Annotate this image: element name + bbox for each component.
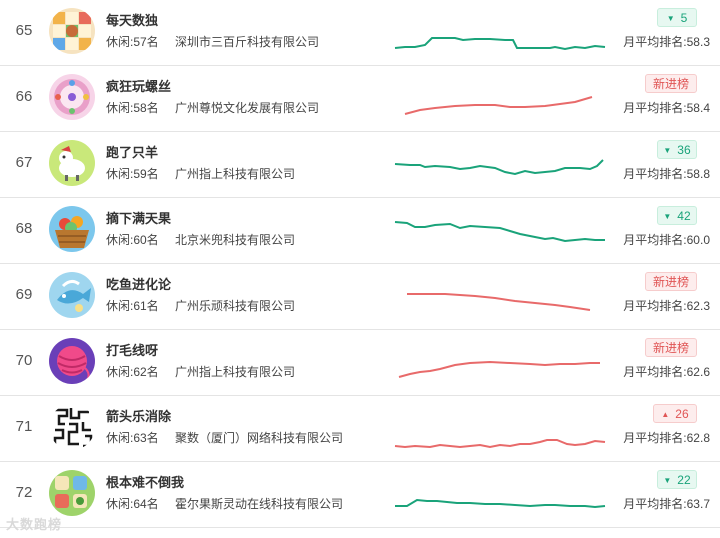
trend-sparkline (395, 482, 606, 522)
new-entry-badge: 新进榜 (645, 74, 697, 93)
trend-sparkline (395, 284, 605, 324)
rank-number: 71 (15, 418, 33, 435)
app-name[interactable]: 疯狂玩螺丝 (106, 76, 171, 95)
down-arrow-icon: ▼ (663, 476, 672, 485)
trend-sparkline (394, 416, 606, 456)
company-name: 广州指上科技有限公司 (175, 365, 296, 379)
down-arrow-icon: ▼ (663, 146, 672, 155)
monthly-average-rank: 月平均排名:58.3 (623, 35, 710, 49)
down-arrow-icon: ▼ (663, 212, 672, 221)
list-item[interactable]: 71 箭头乐消除 休闲:63名 聚数（厦门）网络科技有限公司 ▲ 26 月平均排名… (0, 396, 720, 462)
screw-app-icon[interactable] (49, 74, 95, 120)
rank-number: 70 (15, 352, 33, 369)
yarn-app-icon[interactable] (49, 338, 95, 384)
trend-sparkline (394, 20, 606, 60)
trend-sparkline (395, 86, 605, 126)
app-name[interactable]: 根本难不倒我 (106, 472, 184, 491)
rank-change-badge: ▼ 36 (657, 140, 697, 159)
up-arrow-icon: ▲ (661, 410, 670, 419)
monthly-average-rank: 月平均排名:62.8 (623, 431, 710, 445)
new-entry-badge: 新进榜 (645, 338, 697, 357)
rank-number: 66 (15, 88, 33, 105)
app-name[interactable]: 跑了只羊 (106, 142, 158, 161)
watermark-logo: 大数跑榜 (6, 517, 63, 532)
trend-sparkline (395, 350, 605, 390)
company-name: 广州乐顽科技有限公司 (175, 299, 296, 313)
monthly-average-rank: 月平均排名:58.8 (623, 167, 710, 181)
app-name[interactable]: 箭头乐消除 (106, 406, 171, 425)
monthly-average-rank: 月平均排名:62.3 (623, 299, 710, 313)
category-rank: 休闲:60名 (106, 233, 159, 247)
list-item[interactable]: 67 跑了只羊 休闲:59名 广州指上科技有限公司 ▼ 36 月平均排名:58.8 (0, 132, 720, 198)
company-name: 聚数（厦门）网络科技有限公司 (175, 431, 344, 445)
rank-number: 67 (15, 154, 33, 171)
company-name: 北京米兜科技有限公司 (175, 233, 296, 247)
category-rank: 休闲:58名 (106, 101, 159, 115)
company-name: 广州指上科技有限公司 (175, 167, 296, 181)
trend-sparkline (394, 152, 605, 192)
fish-app-icon[interactable] (49, 272, 95, 318)
app-name[interactable]: 吃鱼进化论 (106, 274, 171, 293)
list-item[interactable]: 72 根本难不倒我 休闲:64名 霍尔果斯灵动在线科技有限公司 ▼ 22 月平均排… (0, 462, 720, 528)
monthly-average-rank: 月平均排名:63.7 (623, 497, 710, 511)
app-name[interactable]: 摘下满天果 (106, 208, 171, 227)
rank-number: 72 (15, 484, 33, 501)
category-rank: 休闲:59名 (106, 167, 159, 181)
category-rank: 休闲:63名 (106, 431, 159, 445)
rank-change-badge: ▼ 42 (657, 206, 697, 225)
sudoku-app-icon[interactable] (49, 8, 95, 54)
sheep-app-icon[interactable] (49, 140, 95, 186)
arrow-maze-app-icon[interactable] (49, 404, 95, 450)
rank-number: 65 (15, 22, 33, 39)
down-arrow-icon: ▼ (666, 14, 675, 23)
company-name: 广州尊悦文化发展有限公司 (175, 101, 320, 115)
monthly-average-rank: 月平均排名:58.4 (623, 101, 710, 115)
fruit-basket-app-icon[interactable] (49, 206, 95, 252)
app-name[interactable]: 每天数独 (106, 10, 158, 29)
category-rank: 休闲:64名 (106, 497, 159, 511)
list-item[interactable]: 65 每天数独 休闲:57名 深圳市三百斤科技有限公司 ▼ 5 月平均排名:58.… (0, 0, 720, 66)
company-name: 霍尔果斯灵动在线科技有限公司 (175, 497, 344, 511)
rank-change-badge: ▲ 26 (653, 404, 697, 423)
list-item[interactable]: 69 吃鱼进化论 休闲:61名 广州乐顽科技有限公司 新进榜 月平均排名:62.… (0, 264, 720, 330)
category-rank: 休闲:57名 (106, 35, 159, 49)
new-entry-badge: 新进榜 (645, 272, 697, 291)
puzzle-app-icon[interactable] (49, 470, 95, 516)
list-item[interactable]: 70 打毛线呀 休闲:62名 广州指上科技有限公司 新进榜 月平均排名:62.6 (0, 330, 720, 396)
rank-number: 68 (15, 220, 33, 237)
category-rank: 休闲:62名 (106, 365, 159, 379)
list-item[interactable]: 66 疯狂玩螺丝 休闲:58名 广州尊悦文化发展有限公司 新进榜 月平均排名:5… (0, 66, 720, 132)
category-rank: 休闲:61名 (106, 299, 159, 313)
monthly-average-rank: 月平均排名:60.0 (623, 233, 710, 247)
list-item[interactable]: 68 摘下满天果 休闲:60名 北京米兜科技有限公司 ▼ 42 月平均排名:60.… (0, 198, 720, 264)
monthly-average-rank: 月平均排名:62.6 (623, 365, 710, 379)
rank-change-badge: ▼ 5 (657, 8, 697, 27)
rank-number: 69 (15, 286, 33, 303)
app-name[interactable]: 打毛线呀 (106, 340, 158, 359)
trend-sparkline (394, 218, 605, 258)
rank-change-badge: ▼ 22 (657, 470, 697, 489)
company-name: 深圳市三百斤科技有限公司 (175, 35, 320, 49)
ranking-list: 65 每天数独 休闲:57名 深圳市三百斤科技有限公司 ▼ 5 月平均排名:58.… (0, 0, 720, 528)
